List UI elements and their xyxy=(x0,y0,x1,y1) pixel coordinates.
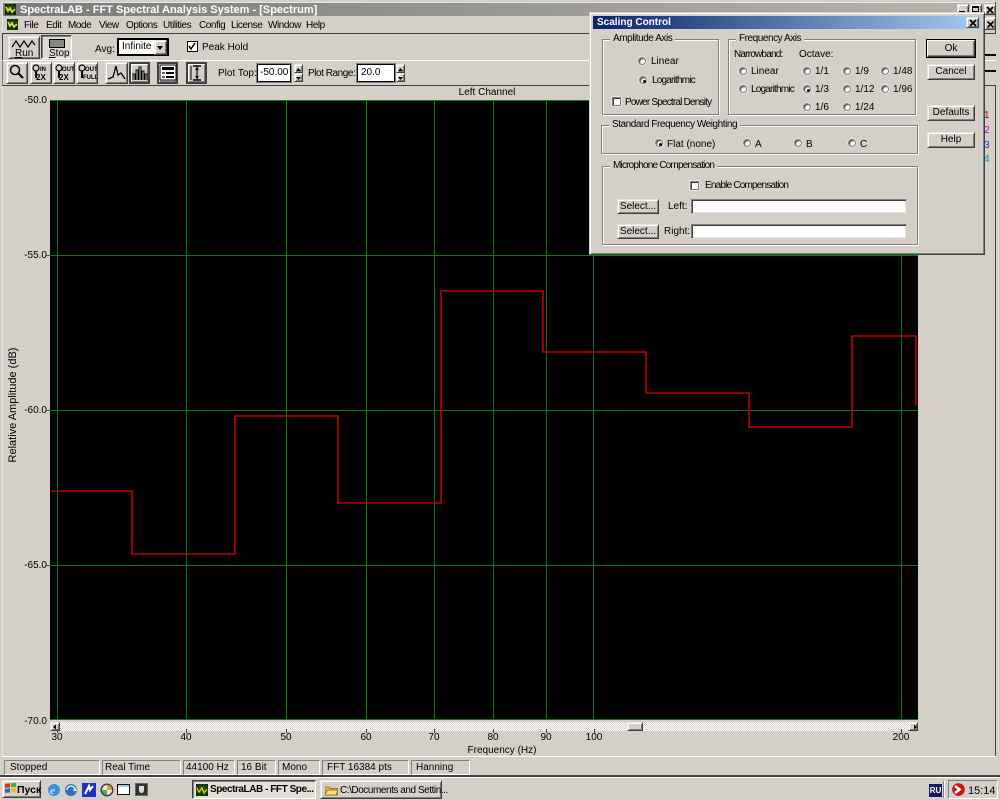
svg-text:e: e xyxy=(50,785,55,797)
svg-text:FULL: FULL xyxy=(83,75,97,81)
svg-text:OUT: OUT xyxy=(85,67,97,73)
svg-text:2X: 2X xyxy=(59,73,69,82)
svg-text:2X: 2X xyxy=(36,73,46,82)
